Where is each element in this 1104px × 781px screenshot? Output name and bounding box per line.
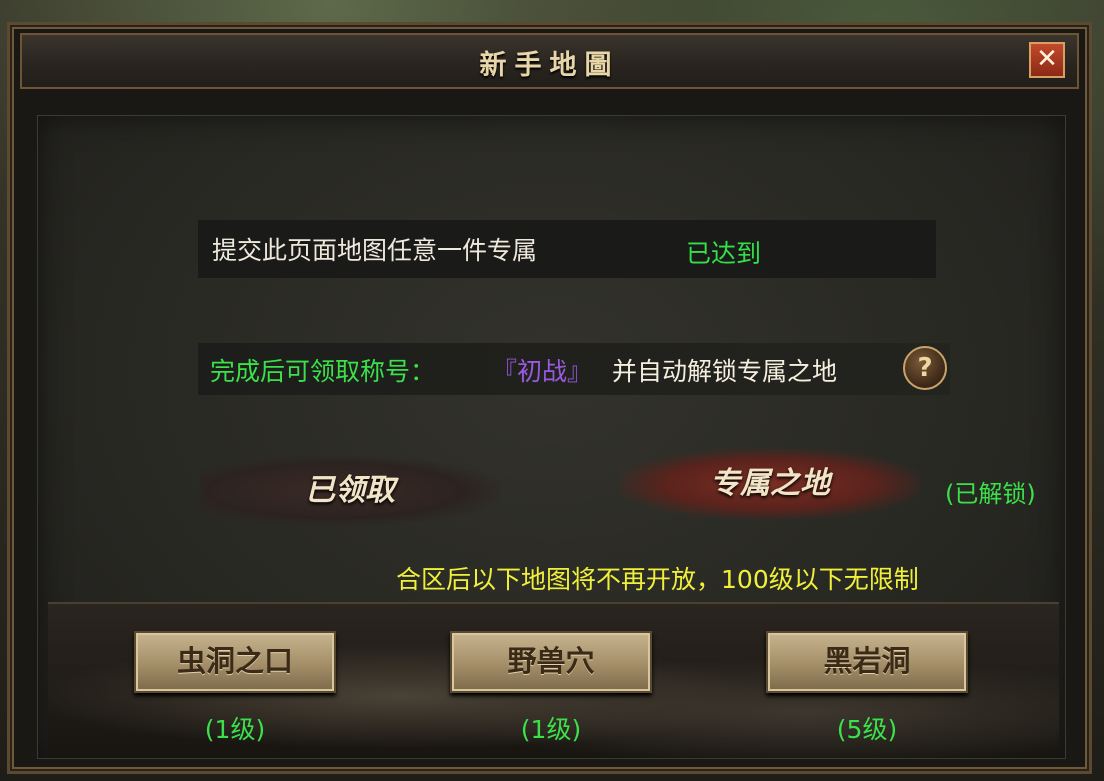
newbie-map-window: 新手地圖 ✕ 提交此页面地图任意一件专属 已达到 完成后可领取称号： 『初战』 … <box>7 22 1092 774</box>
merge-server-note: 合区后以下地图将不再开放，100级以下无限制 <box>396 565 919 594</box>
map-level-wormhole: (1级) <box>204 715 266 744</box>
title-bar: 新手地圖 ✕ <box>20 33 1079 89</box>
map-level-black-rock-cave: (5级) <box>836 715 898 744</box>
help-icon[interactable]: ? <box>903 346 947 390</box>
close-button[interactable]: ✕ <box>1029 42 1065 78</box>
map-button-wormhole[interactable]: 虫洞之口 <box>134 631 336 693</box>
reward-row: 完成后可领取称号： 『初战』 并自动解锁专属之地 ? <box>198 343 950 395</box>
requirement-status: 已达到 <box>686 239 762 268</box>
claimed-button[interactable]: 已领取 <box>200 456 500 526</box>
map-button-black-rock-cave[interactable]: 黑岩洞 <box>766 631 968 693</box>
requirement-text: 提交此页面地图任意一件专属 <box>212 236 538 265</box>
exclusive-land-button[interactable]: 专属之地 <box>620 449 920 519</box>
reward-description: 并自动解锁专属之地 <box>612 357 838 386</box>
content-panel: 提交此页面地图任意一件专属 已达到 完成后可领取称号： 『初战』 并自动解锁专属… <box>37 115 1066 759</box>
reward-title-name: 『初战』 <box>492 357 593 386</box>
map-button-beast-den[interactable]: 野兽穴 <box>450 631 652 693</box>
reward-label: 完成后可领取称号： <box>210 357 436 386</box>
map-level-beast-den: (1级) <box>520 715 582 744</box>
unlocked-note: (已解锁) <box>945 480 1036 508</box>
window-title: 新手地圖 <box>479 50 620 81</box>
requirement-row: 提交此页面地图任意一件专属 已达到 <box>198 220 936 278</box>
map-selection-strip: 虫洞之口 (1级) 野兽穴 (1级) 黑岩洞 (5级) <box>48 602 1059 758</box>
